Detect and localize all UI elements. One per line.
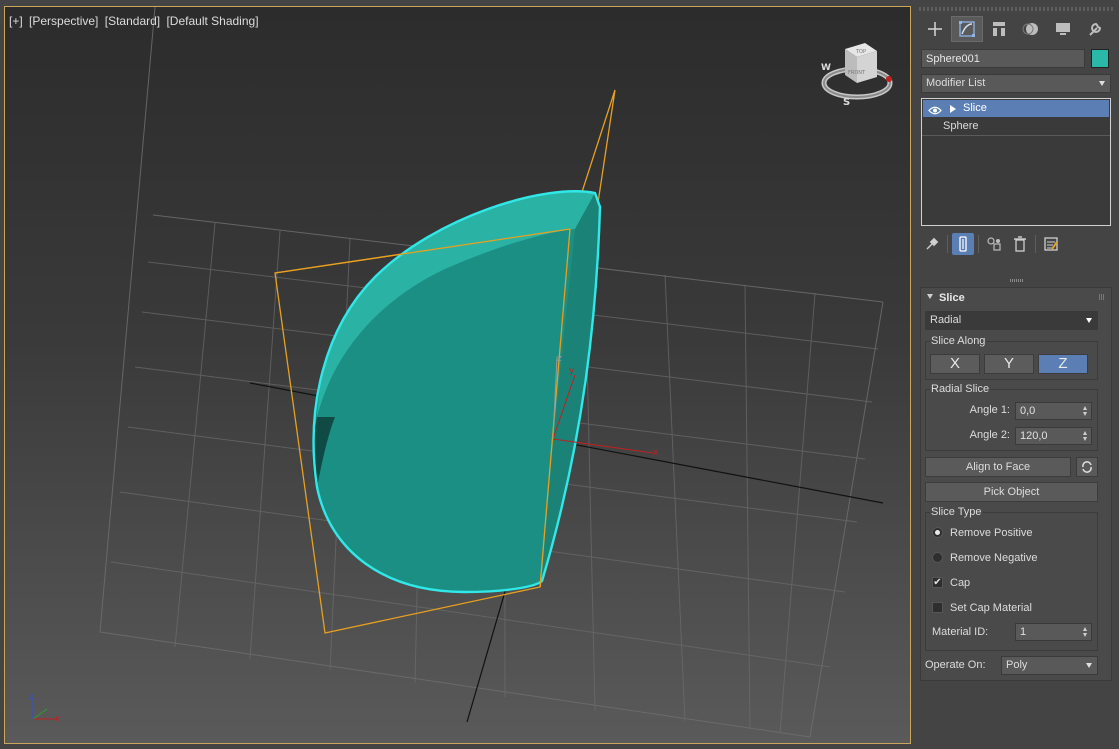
operate-on-dropdown[interactable]: Poly: [1001, 656, 1098, 675]
material-id-spinner[interactable]: 1: [1015, 623, 1092, 641]
command-panel: Modifier List Slice Sphere: [915, 0, 1119, 749]
rollout-title: Slice: [939, 292, 965, 304]
viewport-plus-menu[interactable]: [+]: [9, 14, 23, 28]
gizmo-y-label: y: [569, 366, 575, 376]
create-tab-icon[interactable]: [919, 16, 951, 42]
material-id-value: 1: [1020, 626, 1027, 638]
stack-item-label: Slice: [963, 102, 987, 114]
pick-object-button[interactable]: Pick Object: [925, 482, 1098, 502]
modify-tab-icon[interactable]: [951, 16, 983, 42]
configure-modifier-sets-icon[interactable]: [1040, 233, 1062, 255]
spinner-down-icon[interactable]: [1083, 412, 1087, 416]
spinner-down-icon[interactable]: [1083, 633, 1087, 637]
modifier-list-label: Modifier List: [926, 77, 986, 89]
collapse-triangle-icon: [927, 294, 933, 299]
group-label: Slice Type: [930, 506, 983, 518]
group-label: Slice Along: [930, 335, 987, 347]
panel-splitter[interactable]: [1010, 279, 1024, 282]
slice-mode-value: Radial: [930, 314, 962, 326]
show-end-result-icon[interactable]: [952, 233, 974, 255]
checkbox-empty-icon: [932, 602, 943, 613]
slice-mode-dropdown[interactable]: Radial: [925, 311, 1098, 330]
display-tab-icon[interactable]: [1047, 16, 1079, 42]
perspective-viewport[interactable]: x y z TOP FRONT W S z x [+] [Perspective…: [4, 6, 911, 744]
align-to-face-button[interactable]: Align to Face: [925, 457, 1071, 477]
operate-on-value: Poly: [1006, 659, 1028, 671]
group-label: Radial Slice: [930, 383, 991, 395]
modifier-stack[interactable]: Slice Sphere: [921, 98, 1111, 226]
axis-z-button[interactable]: Z: [1038, 354, 1088, 374]
viewcube-top-label: TOP: [855, 49, 866, 55]
stack-item-sphere[interactable]: Sphere: [922, 118, 1110, 136]
stack-item-slice[interactable]: Slice: [923, 100, 1109, 117]
object-name-input[interactable]: [921, 49, 1085, 68]
material-id-label: Material ID:: [932, 626, 989, 638]
viewcube-front-label: FRONT: [848, 70, 866, 76]
radio-off-icon: [932, 552, 943, 563]
angle2-label: Angle 2:: [969, 429, 1010, 441]
gizmo-z-label: z: [557, 354, 562, 364]
stack-item-label: Sphere: [943, 120, 979, 132]
checkmark-icon: ✔: [932, 577, 943, 588]
scene-canvas[interactable]: x y z TOP FRONT W S z x: [5, 7, 911, 744]
checkbox-label: Set Cap Material: [950, 602, 1032, 614]
slice-rollout: Slice Radial Slice Along X Y Z Radial Sl…: [920, 287, 1112, 681]
angle2-spinner[interactable]: 120,0: [1015, 427, 1092, 445]
compass-w-label: W: [821, 63, 831, 73]
angle1-value: 0,0: [1020, 405, 1036, 417]
spinner-up-icon[interactable]: [1083, 431, 1087, 435]
utilities-tab-icon[interactable]: [1079, 16, 1111, 42]
pin-stack-icon[interactable]: [921, 233, 943, 255]
slice-type-group: Slice Type Remove Positive Remove Negati…: [925, 506, 1098, 651]
viewcube[interactable]: TOP FRONT W S: [821, 43, 893, 108]
chevron-down-icon: [1086, 318, 1092, 323]
modifier-list-dropdown[interactable]: Modifier List: [921, 74, 1111, 93]
gizmo-x-label: x: [653, 448, 659, 458]
angle2-value: 120,0: [1020, 430, 1048, 442]
make-unique-icon[interactable]: [983, 233, 1005, 255]
angle1-label: Angle 1:: [969, 404, 1010, 416]
spinner-up-icon[interactable]: [1083, 627, 1087, 631]
panel-grip[interactable]: [919, 7, 1115, 11]
viewport-shading-menu[interactable]: [Default Shading]: [166, 14, 258, 28]
axis-x-button[interactable]: X: [930, 354, 980, 374]
checkbox-label: Cap: [950, 577, 971, 589]
slice-along-group: Slice Along X Y Z: [925, 335, 1098, 380]
rollout-header[interactable]: Slice: [927, 292, 965, 304]
reset-icon[interactable]: [1076, 457, 1098, 477]
chevron-down-icon: [1099, 81, 1105, 86]
stack-tools: [921, 233, 1062, 255]
expand-triangle-icon[interactable]: [950, 105, 956, 113]
hierarchy-tab-icon[interactable]: [983, 16, 1015, 42]
motion-tab-icon[interactable]: [1015, 16, 1047, 42]
radio-on-icon: [932, 527, 943, 538]
viewport-standard-menu[interactable]: [Standard]: [105, 14, 160, 28]
axis-tripod-icon: z x: [29, 692, 60, 723]
axis-y-button[interactable]: Y: [984, 354, 1034, 374]
viewport-label-menu[interactable]: [+] [Perspective] [Standard] [Default Sh…: [9, 14, 262, 28]
object-color-swatch[interactable]: [1091, 49, 1109, 68]
remove-modifier-icon[interactable]: [1009, 233, 1031, 255]
angle1-spinner[interactable]: 0,0: [1015, 402, 1092, 420]
viewport-pov-menu[interactable]: [Perspective]: [29, 14, 98, 28]
compass-s-label: S: [843, 97, 850, 108]
spinner-up-icon[interactable]: [1083, 406, 1087, 410]
svg-text:x: x: [55, 714, 60, 723]
rollout-grip-icon[interactable]: [1099, 294, 1105, 300]
svg-text:z: z: [29, 692, 33, 701]
radio-label: Remove Negative: [950, 552, 1038, 564]
spinner-down-icon[interactable]: [1083, 437, 1087, 441]
radial-slice-group: Radial Slice Angle 1: 0,0 Angle 2: 120,0: [925, 383, 1098, 451]
radio-label: Remove Positive: [950, 527, 1033, 539]
command-panel-tabs: [919, 16, 1111, 42]
operate-on-label: Operate On:: [925, 659, 986, 671]
chevron-down-icon: [1086, 663, 1092, 668]
